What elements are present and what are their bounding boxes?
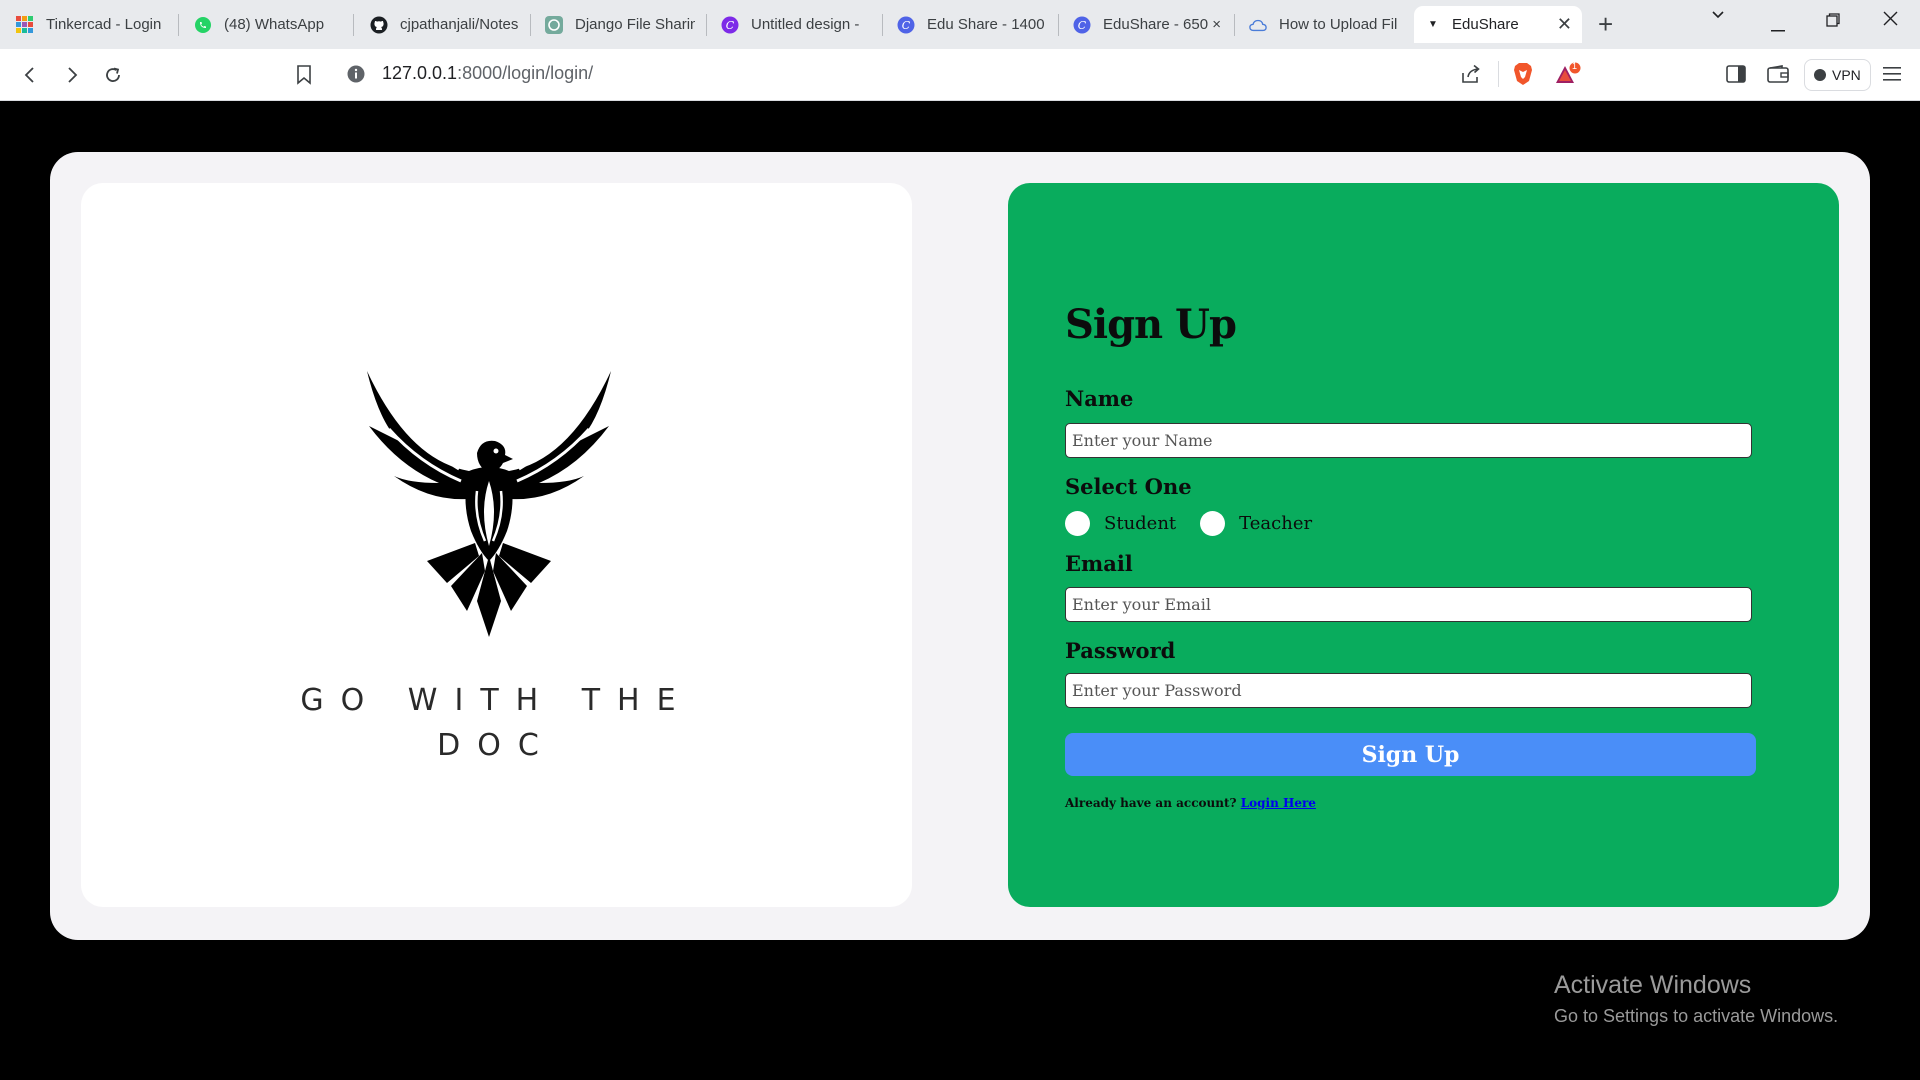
svg-text:C: C	[1078, 19, 1087, 32]
address-bar[interactable]: 127.0.0.1:8000/login/login/ 1	[332, 55, 1590, 93]
bookmark-icon	[297, 65, 311, 85]
browser-tab-bar: Tinkercad - Login (48) WhatsApp cjpathan…	[0, 0, 1920, 49]
canva-icon: C	[897, 16, 915, 34]
chatgpt-icon	[545, 15, 563, 34]
tab-tinkercad[interactable]: Tinkercad - Login	[6, 6, 176, 43]
reload-icon	[106, 67, 120, 82]
restore-button[interactable]	[1826, 11, 1840, 32]
tab-canva-edushare-1400[interactable]: C Edu Share - 1400	[887, 6, 1057, 43]
forward-arrow-icon	[68, 67, 78, 83]
new-tab-button[interactable]: +	[1598, 10, 1613, 38]
bookmark-button[interactable]	[290, 61, 318, 89]
close-window-button[interactable]	[1883, 10, 1898, 31]
wallet-icon[interactable]	[1766, 62, 1790, 86]
tab-title: Edu Share - 1400	[927, 16, 1045, 33]
tagline-line-1: GO WITH THE	[300, 683, 693, 718]
tinkercad-icon	[16, 15, 34, 34]
watermark-subtitle: Go to Settings to activate Windows.	[1554, 1006, 1839, 1026]
back-arrow-icon	[24, 67, 34, 83]
signup-form: Sign Up Name Select One Student Teacher …	[1008, 183, 1839, 907]
eagle-logo-icon	[367, 371, 611, 637]
tab-title: EduShare	[1452, 16, 1519, 33]
reload-button[interactable]	[99, 61, 127, 89]
site-info-icon[interactable]	[346, 64, 366, 89]
login-prompt: Already have an account? Login Here	[1065, 796, 1316, 810]
teacher-radio[interactable]	[1200, 511, 1226, 536]
tab-title: How to Upload Fil	[1279, 16, 1398, 33]
tab-title: EduShare - 650 ×	[1103, 16, 1222, 33]
signup-card: GO WITH THE DOC Sign Up Name Select One …	[50, 152, 1870, 940]
password-input[interactable]	[1065, 673, 1752, 708]
login-prompt-text: Already have an account?	[1065, 796, 1237, 810]
tab-upload-files[interactable]: How to Upload Fil	[1239, 6, 1409, 43]
tab-chatgpt[interactable]: Django File Sharin	[535, 6, 705, 43]
brave-shields-icon[interactable]	[1512, 62, 1534, 91]
canva-icon: C	[1073, 16, 1091, 34]
share-icon[interactable]	[1460, 64, 1482, 89]
role-radio-group: Student Teacher	[1065, 511, 1336, 536]
forward-button[interactable]	[58, 61, 86, 89]
logo-tagline: GO WITH THE DOC	[81, 678, 912, 768]
email-input[interactable]	[1065, 587, 1752, 622]
tagline-line-2: DOC	[437, 728, 556, 763]
tab-whatsapp[interactable]: (48) WhatsApp	[184, 6, 354, 43]
form-title: Sign Up	[1065, 301, 1237, 348]
tab-title: Untitled design -	[751, 16, 860, 33]
role-label: Select One	[1065, 474, 1192, 499]
minimize-button[interactable]	[1771, 16, 1785, 37]
tab-title: (48) WhatsApp	[224, 16, 325, 33]
student-radio-label[interactable]: Student	[1104, 513, 1176, 534]
student-radio[interactable]	[1065, 511, 1090, 536]
tab-github[interactable]: cjpathanjali/Notes	[360, 6, 530, 43]
teacher-radio-label[interactable]: Teacher	[1239, 513, 1312, 534]
svg-text:C: C	[902, 19, 911, 32]
signup-button[interactable]: Sign Up	[1065, 733, 1756, 776]
password-label: Password	[1065, 638, 1176, 663]
page-viewport: GO WITH THE DOC Sign Up Name Select One …	[0, 101, 1920, 1080]
vpn-label: VPN	[1832, 67, 1861, 83]
tab-edushare[interactable]: ▼ EduShare ✕	[1414, 6, 1582, 43]
back-button[interactable]	[16, 61, 44, 89]
email-label: Email	[1065, 551, 1133, 576]
svg-text:C: C	[726, 19, 735, 32]
canva-icon: C	[721, 16, 739, 34]
url-text[interactable]: 127.0.0.1:8000/login/login/	[382, 63, 593, 84]
vpn-status-icon	[1814, 69, 1826, 81]
tab-search-icon[interactable]	[1710, 6, 1726, 27]
tab-canva-edushare-650[interactable]: C EduShare - 650 ×	[1063, 6, 1233, 43]
tab-title: Django File Sharin	[575, 16, 695, 33]
menu-icon[interactable]	[1880, 62, 1904, 86]
login-link[interactable]: Login Here	[1241, 796, 1316, 810]
brave-rewards-icon[interactable]: 1	[1554, 61, 1582, 93]
github-icon	[370, 16, 388, 34]
name-label: Name	[1065, 386, 1134, 411]
activate-windows-watermark: Activate Windows Go to Settings to activ…	[1554, 971, 1838, 1027]
tab-title: cjpathanjali/Notes	[400, 16, 519, 33]
dropdown-icon: ▼	[1428, 19, 1438, 30]
browser-toolbar: 127.0.0.1:8000/login/login/ 1 VPN	[0, 49, 1920, 101]
logo-panel: GO WITH THE DOC	[81, 183, 912, 907]
vpn-button[interactable]: VPN	[1804, 59, 1871, 91]
tab-canva-untitled[interactable]: C Untitled design -	[711, 6, 881, 43]
whatsapp-icon	[194, 16, 212, 34]
tab-title: Tinkercad - Login	[46, 16, 162, 33]
name-input[interactable]	[1065, 423, 1752, 458]
rewards-badge: 1	[1572, 61, 1578, 71]
sidebar-toggle-icon[interactable]	[1724, 62, 1748, 86]
cloud-icon	[1249, 16, 1267, 34]
watermark-title: Activate Windows	[1554, 971, 1752, 999]
close-tab-icon[interactable]: ✕	[1557, 14, 1572, 35]
